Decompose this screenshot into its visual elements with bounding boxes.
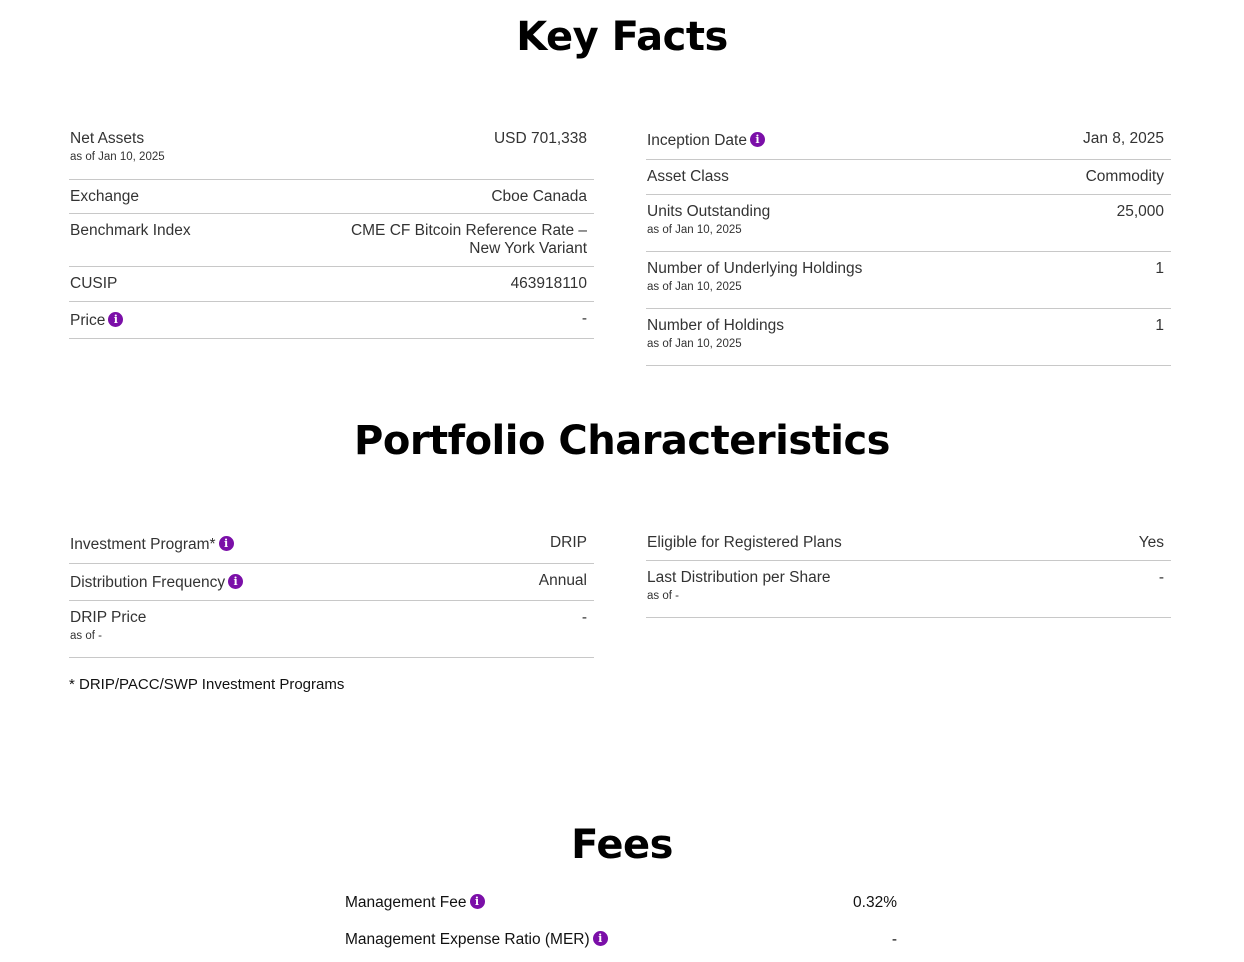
fact-label: Net Assets: [70, 130, 145, 147]
fact-asof: as of Jan 10, 2025: [647, 224, 742, 236]
portfolio-label: Distribution Frequency: [70, 574, 226, 591]
portfolio-value: Annual: [538, 572, 587, 589]
portfolio-value: Yes: [1138, 534, 1164, 551]
fact-row-net-assets: Net Assets as of Jan 10, 2025 USD 701,33…: [69, 130, 594, 180]
fee-label: Management Fee: [345, 894, 467, 911]
investment-programs-footnote: * DRIP/PACC/SWP Investment Programs: [69, 676, 345, 693]
info-icon[interactable]: i: [228, 574, 244, 589]
portfolio-row-registered-plans: Eligible for Registered Plans Yes: [646, 534, 1171, 561]
portfolio-right: Eligible for Registered Plans Yes Last D…: [646, 534, 1171, 618]
portfolio-value: DRIP: [549, 534, 587, 551]
fact-label: Exchange: [70, 188, 139, 205]
fact-row-number-of-holdings: Number of Holdings as of Jan 10, 2025 1: [646, 309, 1171, 366]
fact-label: Asset Class: [647, 168, 729, 185]
fact-label: Benchmark Index: [70, 222, 191, 239]
portfolio-row-drip-price: DRIP Price as of - -: [69, 601, 594, 658]
portfolio-label: Last Distribution per Share: [647, 569, 831, 586]
fact-asof: as of Jan 10, 2025: [647, 281, 742, 293]
info-icon[interactable]: i: [108, 312, 124, 327]
fees-heading: Fees: [571, 822, 673, 868]
fee-value: -: [891, 931, 897, 948]
info-icon[interactable]: i: [218, 536, 234, 551]
portfolio-asof: as of -: [70, 630, 102, 642]
portfolio-row-distribution-frequency: Distribution Frequency i Annual: [69, 564, 594, 601]
fact-value: Commodity: [1085, 168, 1164, 185]
portfolio-value: -: [1158, 569, 1164, 586]
fact-asof: as of Jan 10, 2025: [70, 151, 165, 163]
fact-label: Price: [70, 312, 106, 329]
key-facts-heading: Key Facts: [516, 14, 728, 60]
fact-row-exchange: Exchange Cboe Canada: [69, 180, 594, 214]
fact-value: Jan 8, 2025: [1082, 130, 1164, 147]
fact-row-price: Price i -: [69, 302, 594, 339]
info-icon[interactable]: i: [469, 894, 485, 909]
fact-value: -: [581, 310, 587, 327]
fact-value: 1: [1155, 317, 1164, 334]
fee-row-mer: Management Expense Ratio (MER) i -: [345, 931, 897, 949]
key-facts-right: Inception Date i Jan 8, 2025 Asset Class …: [646, 130, 1171, 366]
info-icon[interactable]: i: [749, 132, 765, 147]
portfolio-characteristics-heading: Portfolio Characteristics: [354, 418, 890, 464]
portfolio-label: Investment Program*: [70, 536, 216, 553]
fact-value: 25,000: [1116, 203, 1164, 220]
fact-label: Inception Date: [647, 132, 747, 149]
fact-row-benchmark-index: Benchmark Index CME CF Bitcoin Reference…: [69, 214, 594, 267]
fact-label: CUSIP: [70, 275, 118, 292]
portfolio-asof: as of -: [647, 590, 679, 602]
fact-value: CME CF Bitcoin Reference Rate – New York…: [351, 222, 587, 258]
fact-value: USD 701,338: [493, 130, 587, 147]
portfolio-value: -: [581, 609, 587, 626]
fact-label: Number of Underlying Holdings: [647, 260, 863, 277]
portfolio-row-last-distribution: Last Distribution per Share as of - -: [646, 561, 1171, 618]
fact-label: Units Outstanding: [647, 203, 771, 220]
fact-value: 1: [1155, 260, 1164, 277]
fee-row-management-fee: Management Fee i 0.32%: [345, 894, 897, 912]
fact-value-line: CME CF Bitcoin Reference Rate –: [350, 222, 587, 239]
portfolio-row-investment-program: Investment Program* i DRIP: [69, 534, 594, 564]
info-icon[interactable]: i: [592, 931, 608, 946]
fact-value-line: New York Variant: [469, 240, 587, 257]
portfolio-label: Eligible for Registered Plans: [647, 534, 842, 551]
fact-row-cusip: CUSIP 463918110: [69, 267, 594, 302]
fee-label: Management Expense Ratio (MER): [345, 931, 590, 948]
fee-value: 0.32%: [853, 894, 897, 911]
fact-asof: as of Jan 10, 2025: [647, 338, 742, 350]
key-facts-left: Net Assets as of Jan 10, 2025 USD 701,33…: [69, 130, 594, 339]
fact-value: 463918110: [510, 275, 587, 292]
fact-row-units-outstanding: Units Outstanding as of Jan 10, 2025 25,…: [646, 195, 1171, 252]
fact-row-asset-class: Asset Class Commodity: [646, 160, 1171, 195]
fact-label: Number of Holdings: [647, 317, 784, 334]
fact-row-underlying-holdings: Number of Underlying Holdings as of Jan …: [646, 252, 1171, 309]
portfolio-label: DRIP Price: [70, 609, 147, 626]
fact-row-inception-date: Inception Date i Jan 8, 2025: [646, 130, 1171, 160]
fact-value: Cboe Canada: [491, 188, 587, 205]
portfolio-left: Investment Program* i DRIP Distribution F…: [69, 534, 594, 658]
